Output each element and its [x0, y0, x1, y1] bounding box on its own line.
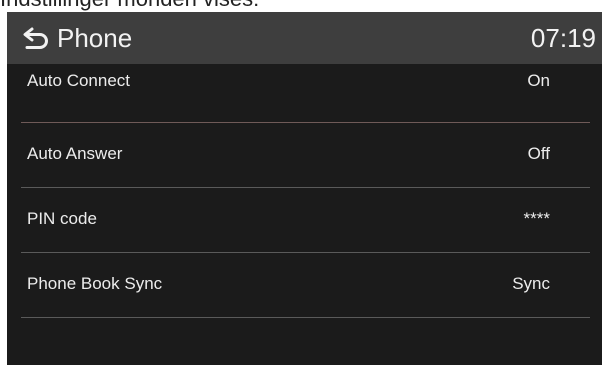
row-divider	[21, 187, 590, 188]
setting-label: Phone Book Sync	[27, 274, 163, 293]
phone-settings-screen: Phone 07:19 Auto Connect On Auto Answer …	[7, 12, 602, 365]
row-divider	[21, 122, 590, 123]
setting-row-auto-connect[interactable]: Auto Connect On	[7, 64, 602, 129]
back-arrow-icon[interactable]	[21, 25, 51, 51]
setting-label: Auto Connect	[27, 71, 131, 90]
clock: 07:19	[530, 23, 596, 53]
settings-list: Auto Connect On Auto Answer Off PIN code…	[7, 64, 602, 324]
page-caption: Indstillinger mohden vises:	[0, 0, 602, 12]
row-divider	[21, 317, 590, 318]
setting-value[interactable]: Sync	[512, 259, 550, 309]
setting-value[interactable]: On	[527, 56, 550, 106]
setting-value[interactable]: Off	[528, 129, 550, 179]
back-arrow-glyph	[23, 27, 48, 49]
setting-row-pin-code[interactable]: PIN code ****	[7, 194, 602, 259]
setting-row-auto-answer[interactable]: Auto Answer Off	[7, 129, 602, 194]
row-divider	[21, 252, 590, 253]
setting-label: Auto Answer	[27, 144, 123, 163]
page-title: Phone	[57, 23, 133, 53]
setting-row-phone-book-sync[interactable]: Phone Book Sync Sync	[7, 259, 602, 324]
setting-label: PIN code	[27, 209, 97, 228]
setting-value[interactable]: ****	[524, 194, 550, 244]
